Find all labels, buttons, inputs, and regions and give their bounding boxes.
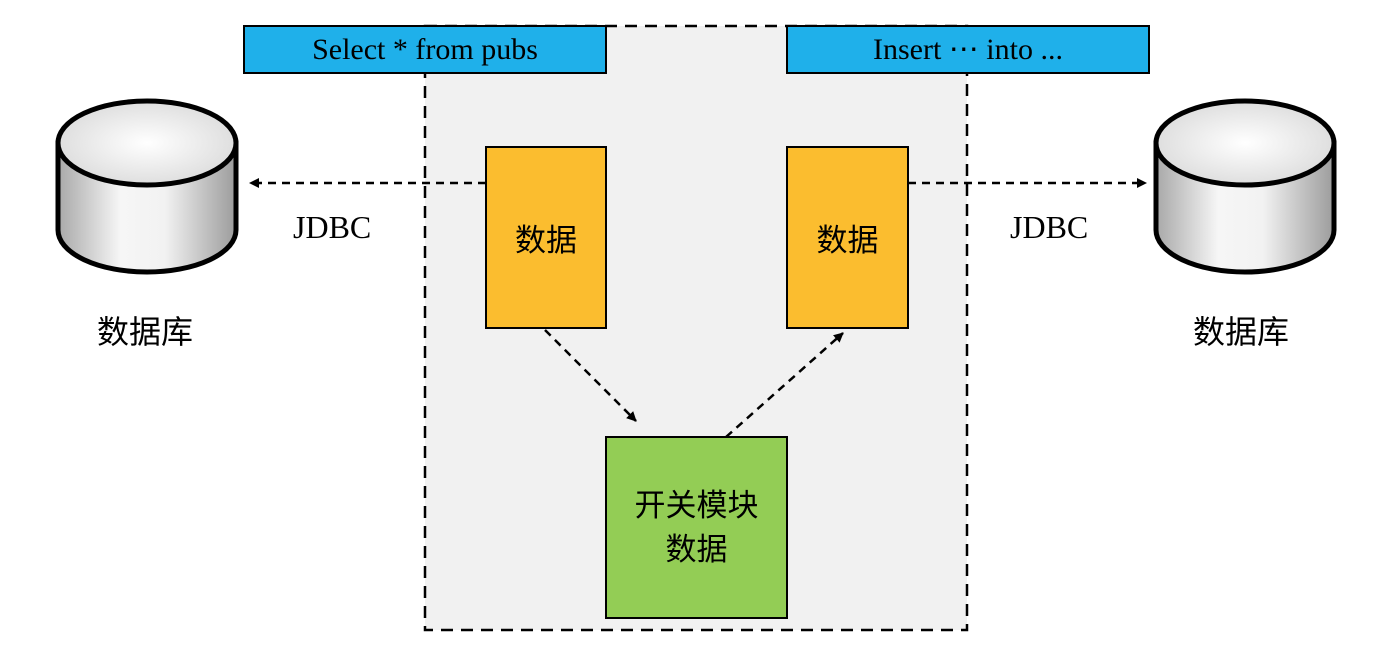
data-box-left-label: 数据 [515, 223, 577, 259]
database-right-label: 数据库 [1193, 313, 1290, 351]
switch-module-label: 开关模块 数据 [606, 437, 787, 618]
database-cylinder-icon [1153, 98, 1337, 275]
switch-module-label-line1: 开关模块 [634, 487, 759, 524]
database-cylinder-icon [55, 98, 239, 275]
jdbc-right-label: JDBC [1010, 209, 1089, 245]
insert-banner-label: Insert ⋯ into ... [873, 33, 1063, 66]
switch-module-label-line2: 数据 [665, 531, 728, 568]
database-left-label: 数据库 [97, 313, 194, 351]
jdbc-left-label: JDBC [293, 209, 372, 245]
data-box-right-label: 数据 [816, 223, 879, 259]
select-banner-label: Select * from pubs [312, 32, 538, 66]
